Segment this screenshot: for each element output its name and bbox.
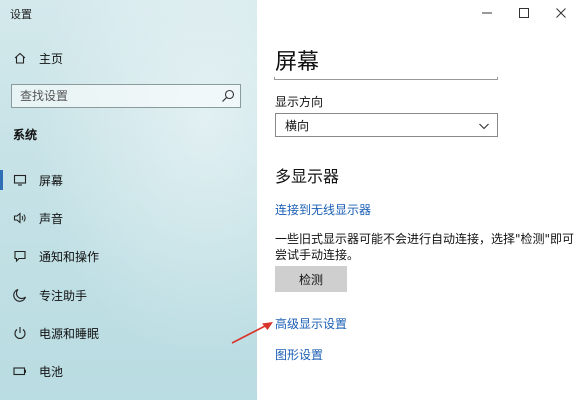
orientation-dropdown[interactable]: 横向 (275, 113, 498, 137)
sidebar-item-label: 声音 (39, 211, 64, 226)
sidebar-item-label: 通知和操作 (39, 249, 100, 264)
detect-description: 一些旧式显示器可能不会进行自动连接，选择"检测"即可尝试手动连接。 (275, 232, 575, 262)
sidebar-item-label: 专注助手 (39, 288, 88, 303)
power-icon (12, 325, 28, 341)
sidebar-item-power-sleep[interactable]: 电源和睡眠 (0, 321, 257, 345)
moon-icon (12, 287, 28, 303)
connect-wireless-display-link[interactable]: 连接到无线显示器 (275, 201, 371, 218)
sidebar-item-battery[interactable]: 电池 (0, 359, 257, 383)
sidebar-item-sound[interactable]: 声音 (0, 206, 257, 230)
battery-icon (12, 363, 28, 379)
sidebar-item-display[interactable]: 屏幕 (0, 168, 257, 192)
scale-slider-bottom-edge (274, 77, 498, 80)
minimize-icon (482, 7, 492, 21)
section-heading-system: 系统 (13, 128, 38, 142)
window-title: 设置 (10, 8, 32, 21)
search-input[interactable] (12, 85, 220, 107)
advanced-display-settings-link[interactable]: 高级显示设置 (275, 315, 347, 332)
page-title: 屏幕 (275, 50, 320, 75)
notification-icon (12, 248, 28, 264)
graphics-settings-link[interactable]: 图形设置 (275, 346, 323, 363)
sidebar-item-notifications[interactable]: 通知和操作 (0, 244, 257, 268)
home-icon (12, 50, 28, 66)
maximize-button[interactable] (507, 0, 541, 28)
main-content: 屏幕 显示方向 横向 多显示器 连接到无线显示器 一些旧式显示器可能不会进行自动… (231, 0, 579, 400)
speaker-icon (12, 210, 28, 226)
sidebar-item-label: 电池 (39, 364, 64, 379)
search-field[interactable] (11, 84, 241, 108)
sidebar-item-focus-assist[interactable]: 专注助手 (0, 283, 257, 307)
close-button[interactable] (544, 0, 578, 28)
sidebar-item-label: 主页 (39, 51, 64, 66)
sidebar: 设置 主页 系统 屏幕 声音 通知和操作 专注助手 (0, 0, 257, 400)
orientation-label: 显示方向 (275, 95, 324, 109)
chevron-down-icon (479, 120, 489, 130)
sidebar-item-home[interactable]: 主页 (0, 46, 257, 70)
sidebar-item-label: 电源和睡眠 (39, 326, 100, 341)
detect-button[interactable]: 检测 (275, 266, 347, 292)
orientation-value: 横向 (285, 118, 310, 133)
maximize-icon (519, 7, 529, 21)
sidebar-item-label: 屏幕 (39, 173, 64, 188)
search-icon[interactable] (220, 88, 236, 104)
close-icon (556, 7, 566, 21)
minimize-button[interactable] (470, 0, 504, 28)
display-icon (12, 172, 28, 188)
multi-display-heading: 多显示器 (275, 167, 340, 186)
